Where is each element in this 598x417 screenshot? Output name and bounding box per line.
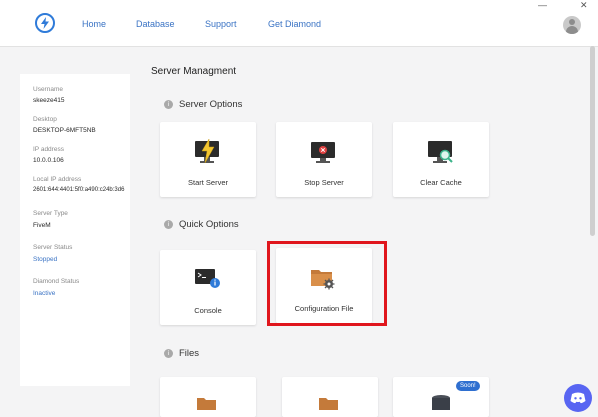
diamond-status-value: Inactive (33, 290, 56, 297)
ip-address-value: 10.0.0.106 (33, 157, 64, 164)
page-title: Server Managment (151, 66, 237, 77)
start-server-label: Start Server (187, 178, 228, 187)
database-icon (432, 395, 450, 410)
server-info-sidebar: Username skeeze415 Desktop DESKTOP-6MFT5… (20, 74, 130, 386)
stop-server-label: Stop Server (304, 178, 344, 187)
discord-button[interactable] (564, 384, 592, 412)
username-value: skeeze415 (33, 97, 65, 104)
folder-icon (319, 398, 338, 410)
quick-options-heading: Quick Options (179, 219, 239, 230)
console-card[interactable]: Console (160, 250, 256, 325)
close-button[interactable]: ✕ (580, 0, 588, 11)
top-navigation-bar: Home Database Support Get Diamond — ✕ (0, 0, 598, 47)
lightning-monitor-icon (195, 139, 219, 164)
start-server-card[interactable]: Start Server (160, 122, 256, 197)
ip-address-label: IP address (33, 146, 64, 153)
minimize-button[interactable]: — (538, 0, 547, 10)
files-heading: Files (179, 348, 200, 359)
console-icon (195, 269, 220, 288)
discord-icon (570, 392, 586, 404)
nav-home[interactable]: Home (82, 19, 106, 29)
nav-support[interactable]: Support (205, 19, 237, 29)
info-icon: i (164, 100, 173, 109)
stop-monitor-icon (311, 142, 335, 163)
clear-cache-label: Clear Cache (420, 178, 462, 187)
file-card[interactable] (282, 377, 378, 417)
server-status-label: Server Status (33, 244, 73, 251)
folder-icon (197, 398, 216, 410)
stop-server-card[interactable]: Stop Server (276, 122, 372, 197)
nav-database[interactable]: Database (136, 19, 175, 29)
server-status-value: Stopped (33, 256, 58, 263)
scrollbar[interactable] (590, 46, 595, 236)
diamond-status-label: Diamond Status (33, 278, 80, 285)
console-label: Console (194, 306, 222, 315)
clear-cache-card[interactable]: Clear Cache (393, 122, 489, 197)
desktop-label: Desktop (33, 116, 57, 123)
file-card[interactable] (160, 377, 256, 417)
local-ip-label: Local IP address (33, 176, 82, 183)
username-label: Username (33, 86, 63, 93)
info-icon: i (164, 220, 173, 229)
info-icon: i (164, 349, 173, 358)
server-type-label: Server Type (33, 210, 68, 217)
local-ip-value: 2601:644:4401:5f0:a490:c24b:3d6 (33, 187, 125, 193)
server-type-value: FiveM (33, 222, 51, 229)
highlight-box (267, 241, 387, 326)
nav-get-diamond[interactable]: Get Diamond (268, 19, 321, 29)
soon-badge: Soon! (456, 381, 480, 391)
desktop-value: DESKTOP-6MFT5NB (33, 127, 96, 134)
lightning-logo-icon[interactable] (35, 13, 55, 33)
server-options-heading: Server Options (179, 99, 243, 110)
search-monitor-icon (428, 141, 453, 163)
user-avatar[interactable] (563, 16, 581, 34)
